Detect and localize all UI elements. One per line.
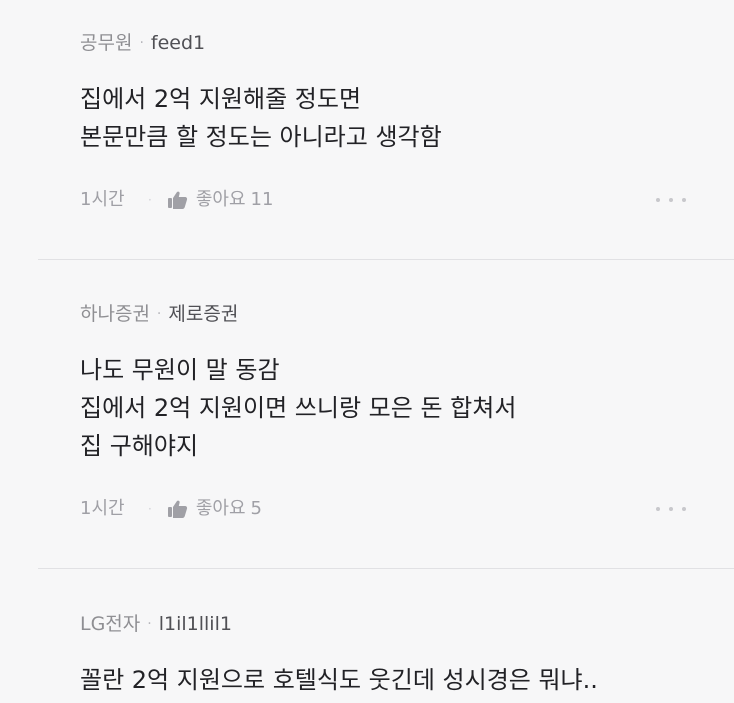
comment-meta: 공무원 · feed1 (80, 30, 714, 56)
comment-item: LG전자 · l1il1llil1 꼴란 2억 지원으로 호텔식도 웃긴데 성시… (0, 611, 734, 699)
more-dot (669, 198, 673, 202)
comment-meta: LG전자 · l1il1llil1 (80, 611, 714, 637)
like-count: 11 (250, 189, 274, 210)
company-name: LG전자 (80, 613, 141, 635)
comment-divider (38, 568, 734, 569)
comment-feed: 공무원 · feed1 집에서 2억 지원해줄 정도면 본문만큼 할 정도는 아… (0, 0, 734, 703)
comment-line: 집에서 2억 지원해줄 정도면 (80, 85, 362, 113)
nickname: 제로증권 (168, 303, 239, 325)
comment-line: 집 구해야지 (80, 432, 199, 460)
thumbs-up-icon (166, 499, 190, 519)
meta-separator: · (147, 616, 152, 632)
more-dot (656, 507, 660, 511)
more-options-icon[interactable] (656, 194, 686, 206)
comment-line: 본문만큼 할 정도는 아니라고 생각함 (80, 123, 442, 151)
like-button[interactable]: 좋아요 5 (166, 497, 262, 521)
footer-separator: · (148, 502, 152, 516)
more-dot (682, 507, 686, 511)
comment-meta: 하나증권 · 제로증권 (80, 301, 714, 327)
more-dot (656, 198, 660, 202)
comment-line: 집에서 2억 지원이면 쓰니랑 모은 돈 합쳐서 (80, 394, 517, 422)
company-name: 공무원 (80, 32, 133, 54)
like-button[interactable]: 좋아요 11 (166, 188, 274, 212)
footer-separator: · (148, 193, 152, 207)
more-dot (682, 198, 686, 202)
comment-item: 공무원 · feed1 집에서 2억 지원해줄 정도면 본문만큼 할 정도는 아… (0, 30, 734, 212)
comment-item: 하나증권 · 제로증권 나도 무원이 말 동감 집에서 2억 지원이면 쓰니랑 … (0, 301, 734, 521)
comment-text: 꼴란 2억 지원으로 호텔식도 웃긴데 성시경은 뭐냐.. (80, 661, 714, 699)
more-options-icon[interactable] (656, 503, 686, 515)
like-label: 좋아요 (195, 498, 246, 519)
company-name: 하나증권 (80, 303, 150, 325)
comment-time: 1시간 (80, 189, 125, 210)
comment-text: 집에서 2억 지원해줄 정도면 본문만큼 할 정도는 아니라고 생각함 (80, 80, 714, 156)
like-count: 5 (250, 498, 262, 519)
comment-line: 꼴란 2억 지원으로 호텔식도 웃긴데 성시경은 뭐냐.. (80, 666, 598, 694)
more-dot (669, 507, 673, 511)
nickname: l1il1llil1 (158, 613, 232, 635)
meta-separator: · (139, 35, 144, 51)
comment-line: 나도 무원이 말 동감 (80, 356, 280, 384)
comment-text: 나도 무원이 말 동감 집에서 2억 지원이면 쓰니랑 모은 돈 합쳐서 집 구… (80, 351, 714, 465)
thumbs-up-icon (166, 190, 190, 210)
comment-footer: 1시간 · 좋아요 11 (80, 188, 714, 212)
meta-separator: · (156, 306, 162, 322)
like-label: 좋아요 (195, 189, 246, 210)
comment-divider (38, 259, 734, 260)
nickname: feed1 (150, 32, 206, 54)
comment-footer: 1시간 · 좋아요 5 (80, 497, 714, 521)
comment-time: 1시간 (80, 498, 125, 519)
